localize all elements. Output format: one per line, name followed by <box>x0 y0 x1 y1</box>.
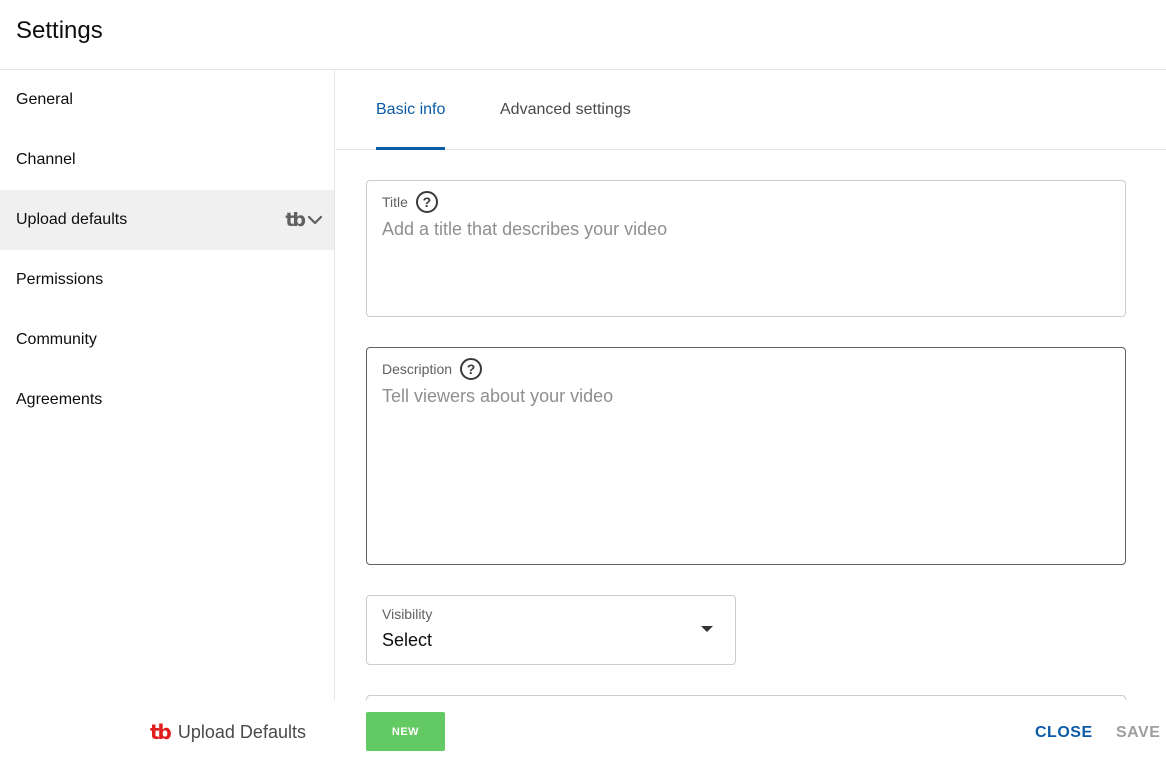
chevron-down-icon <box>307 215 323 225</box>
brand: tb Upload Defaults <box>150 720 306 744</box>
sidebar-item-label: Upload defaults <box>16 211 128 228</box>
sidebar-item-label: Agreements <box>16 391 103 408</box>
tubebuddy-extension-toggle[interactable]: tb <box>285 190 324 250</box>
help-icon[interactable]: ? <box>460 358 483 380</box>
title-label: Title <box>382 194 408 210</box>
settings-sidebar: General Channel Upload defaults tb Permi… <box>0 70 335 700</box>
sidebar-item-label: General <box>16 91 73 108</box>
sidebar-item-label: Community <box>16 331 97 348</box>
description-input[interactable] <box>382 386 1110 546</box>
tab-advanced-settings[interactable]: Advanced settings <box>500 70 631 150</box>
sidebar-item-general[interactable]: General <box>0 70 334 130</box>
tubebuddy-logo-icon: tb <box>285 209 306 231</box>
sidebar-item-upload-defaults[interactable]: Upload defaults tb <box>0 190 334 250</box>
sidebar-item-label: Channel <box>16 151 76 168</box>
tab-bar: Basic info Advanced settings <box>336 70 1166 150</box>
description-field: Description ? <box>366 347 1126 565</box>
sidebar-item-agreements[interactable]: Agreements <box>0 370 334 430</box>
help-icon[interactable]: ? <box>415 191 438 213</box>
sidebar-item-channel[interactable]: Channel <box>0 130 334 190</box>
description-label: Description <box>382 361 453 377</box>
tab-basic-info[interactable]: Basic info <box>376 70 446 150</box>
settings-header: Settings <box>0 0 1166 70</box>
upload-defaults-panel: Basic info Advanced settings Title ? Des… <box>336 70 1166 700</box>
visibility-select[interactable]: Visibility Select <box>366 595 736 665</box>
save-button[interactable]: SAVE <box>1116 724 1160 742</box>
visibility-value: Select <box>382 630 433 650</box>
sidebar-item-label: Permissions <box>16 271 104 288</box>
page-title: Settings <box>16 17 103 44</box>
upload-defaults-footer: tb Upload Defaults NEW CLOSE SAVE <box>0 700 1166 759</box>
new-button[interactable]: NEW <box>366 712 445 751</box>
brand-name: Upload Defaults <box>177 721 306 742</box>
close-button[interactable]: CLOSE <box>1035 724 1093 742</box>
sidebar-item-permissions[interactable]: Permissions <box>0 250 334 310</box>
visibility-label: Visibility <box>382 606 433 622</box>
title-input[interactable] <box>382 219 1110 240</box>
title-field: Title ? <box>366 180 1126 317</box>
tubebuddy-logo-icon: tb <box>150 720 172 744</box>
caret-down-icon <box>701 626 713 632</box>
sidebar-item-community[interactable]: Community <box>0 310 334 370</box>
